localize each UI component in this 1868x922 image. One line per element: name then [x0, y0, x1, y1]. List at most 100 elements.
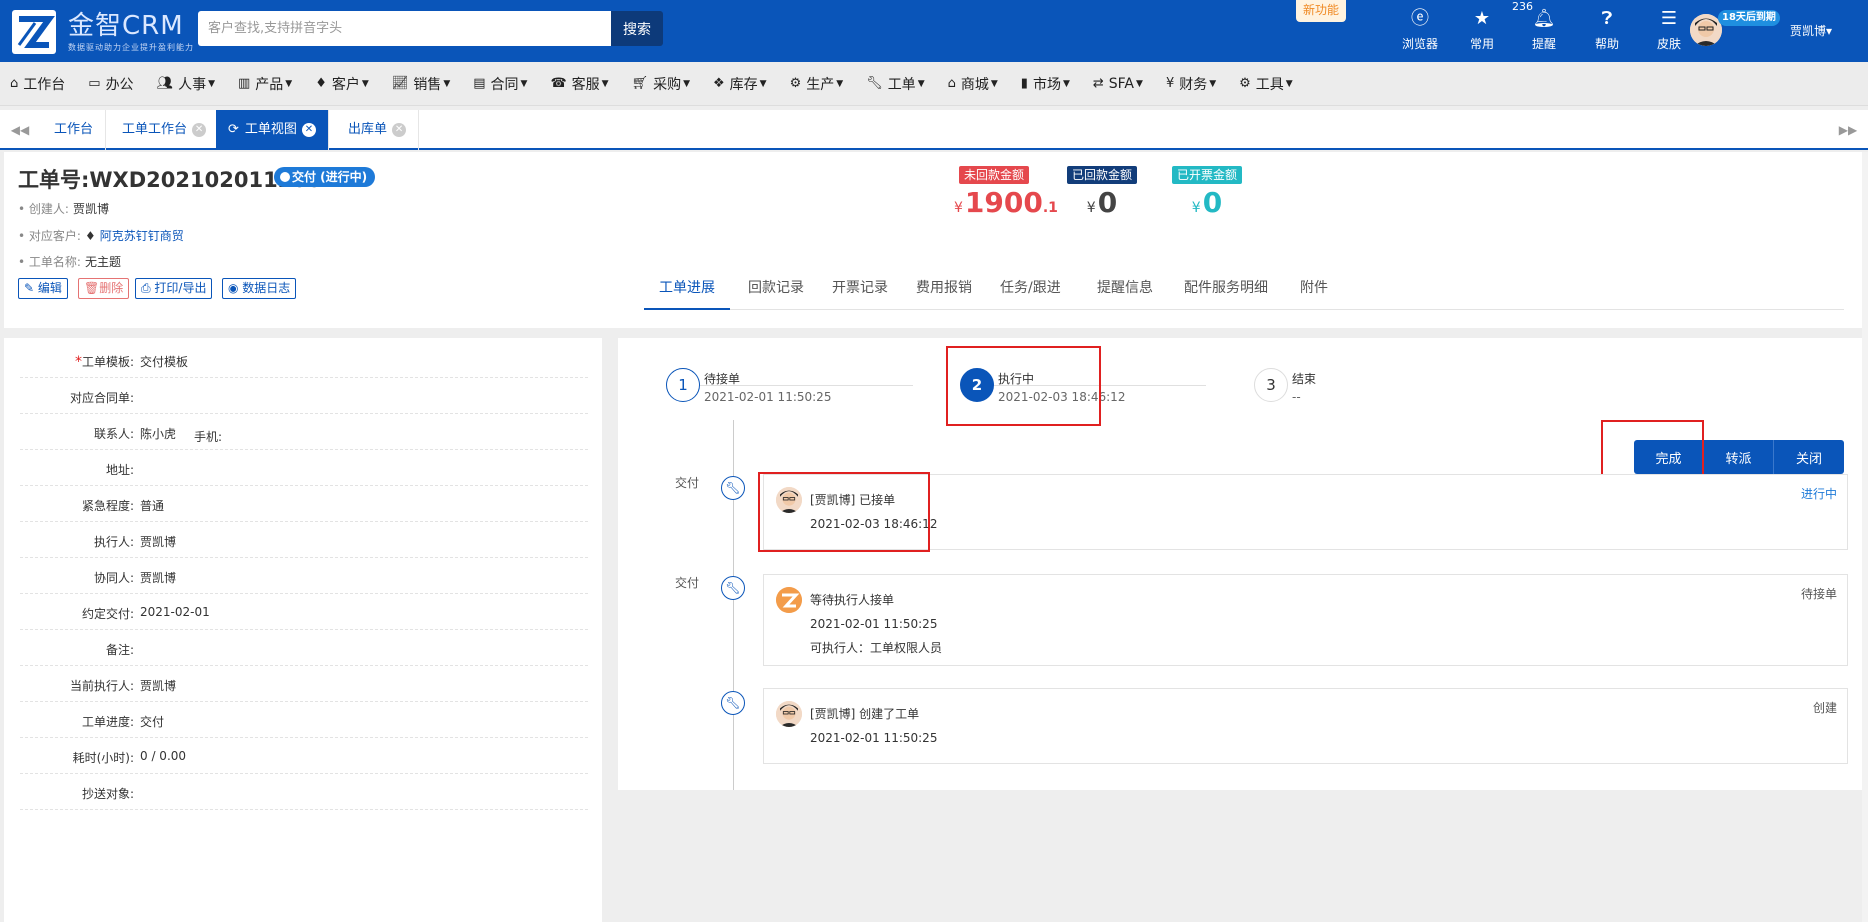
timeline-stage: 交付 [675, 476, 700, 490]
detail-field: 约定交付: 2021-02-01 [20, 594, 588, 630]
tab-workbench[interactable]: 工作台 [42, 110, 107, 150]
tool-label: 浏览器 [1401, 37, 1438, 51]
timeline-date: 2021-02-03 18:46:12 [810, 517, 938, 531]
field-label: 联系人: [94, 425, 134, 442]
menu-label: 销售 [413, 76, 442, 93]
field-label: 紧急程度: [82, 497, 134, 514]
invoiced-amount: 已开票金额 ¥0 [1167, 166, 1247, 219]
close-icon[interactable]: ✕ [301, 122, 316, 137]
edit-label: 编辑 [37, 281, 62, 295]
tab-tasks[interactable]: 任务/跟进 [1000, 272, 1061, 310]
field-label: 对应合同单: [70, 389, 134, 406]
reminder-tool[interactable]: 🔔︎ 提醒 [1514, 8, 1574, 52]
tab-scroll-right-icon[interactable]: ▶▶ [1828, 110, 1868, 150]
logo[interactable]: 金智CRM 数据驱动助力企业提升盈利能力 [10, 8, 194, 56]
contract-icon: ▤ [473, 76, 486, 91]
menu-item[interactable]: 👥︎ 人事 ▼ [157, 74, 215, 94]
user-menu[interactable]: 贾凯博▾ [1790, 22, 1832, 39]
required-mark: * [74, 354, 82, 370]
print-export-button[interactable]: ⎙ 打印/导出 [135, 278, 213, 299]
tab-scroll-left-icon[interactable]: ◀◀ [0, 110, 40, 150]
tab-order-workbench[interactable]: 工单工作台 ✕ [110, 110, 220, 150]
tab-invoice-records[interactable]: 开票记录 [832, 272, 888, 310]
field-label-text: 协同人: [93, 571, 134, 585]
data-log-button[interactable]: ◉ 数据日志 [222, 278, 297, 299]
tab-outbound-order[interactable]: 出库单 ✕ [336, 110, 420, 150]
field-label-text: 约定交付: [81, 607, 134, 621]
top-bar: 金智CRM 数据驱动助力企业提升盈利能力 搜索 新功能 ⓔ 浏览器 ★ 常用 🔔… [0, 0, 1868, 62]
reminder-count: 236 [1512, 0, 1533, 13]
invoiced-tag: 已开票金额 [1171, 166, 1242, 184]
menu-item[interactable]: 📈︎ 销售 ▼ [392, 74, 450, 94]
avatar-face-icon [776, 487, 802, 513]
delete-button[interactable]: 🗑︎删除 [78, 278, 130, 299]
close-icon[interactable]: ✕ [192, 122, 207, 137]
invoiced-value: 0 [1202, 186, 1223, 219]
menu-label: 采购 [653, 76, 682, 93]
menu-item[interactable]: ⌂ 工作台 [10, 74, 65, 94]
refresh-icon[interactable]: ⟳ [228, 122, 239, 137]
users-icon: 👥︎ [156, 76, 174, 91]
customer-label: 对应客户: [28, 229, 81, 243]
menu-item[interactable]: ❖ 库存 ▼ [713, 74, 767, 94]
caret-down-icon: ▼ [601, 78, 609, 89]
menu-item[interactable]: ☎ 客服 ▼ [550, 74, 608, 94]
menu-label: 库存 [729, 76, 758, 93]
menu-item[interactable]: ▥ 产品 ▼ [238, 74, 292, 94]
delete-label: 删除 [99, 281, 124, 295]
order-header-panel: 工单号:WXD2021020112002 交付 (进行中) • 创建人: 贾凯博 … [4, 152, 1864, 328]
tab-reminders[interactable]: 提醒信息 [1097, 272, 1153, 310]
menu-item[interactable]: ▮ 市场 ▼ [1021, 74, 1070, 94]
edit-button[interactable]: ✎ 编辑 [18, 278, 68, 299]
menu-item[interactable]: ¥ 财务 ▼ [1166, 74, 1216, 94]
menu-label: 财务 [1179, 76, 1208, 93]
menu-item[interactable]: ▤ 合同 ▼ [473, 74, 527, 94]
trial-expiry-badge: 18天后到期 [1718, 10, 1780, 26]
wrench-icon: 🔧︎ [721, 691, 745, 715]
tab-attachments[interactable]: 附件 [1300, 272, 1328, 310]
customer-link[interactable]: 阿克苏钉钉商贸 [100, 229, 184, 243]
detail-field: 紧急程度: 普通 [20, 486, 588, 522]
avatar-face-icon [776, 701, 802, 727]
tab-progress[interactable]: 工单进展 [644, 272, 730, 310]
caret-down-icon: ▼ [208, 78, 215, 89]
menu-item[interactable]: ⚙ 生产 ▼ [790, 74, 844, 94]
favorites-tool[interactable]: ★ 常用 [1452, 8, 1512, 52]
field-label: 协同人: [94, 569, 134, 586]
unpaid-amount: 未回款金额 ¥1900.1 [954, 166, 1058, 219]
menu-item[interactable]: ⇄ SFA ▼ [1093, 76, 1143, 92]
barcode-icon: ▥ [238, 76, 251, 91]
tool-label: 皮肤 [1656, 37, 1681, 51]
field-value: 普通 [140, 499, 165, 513]
unpaid-tag: 未回款金额 [958, 166, 1029, 184]
tab-order-view[interactable]: ⟳ 工单视图 ✕ [216, 110, 329, 150]
search-button[interactable]: 搜索 [611, 11, 663, 46]
creator-value: 贾凯博 [72, 202, 109, 216]
tab-parts-service[interactable]: 配件服务明细 [1184, 272, 1268, 310]
browser-tool[interactable]: ⓔ 浏览器 [1390, 8, 1450, 52]
menu-item[interactable]: 🛒︎ 采购 ▼ [632, 74, 690, 94]
complete-button[interactable]: 完成 [1634, 440, 1704, 474]
order-name-label: 工单名称: [28, 255, 81, 269]
page-scrollbar[interactable] [1862, 152, 1868, 922]
menu-item[interactable]: ⌂ 商城 ▼ [948, 74, 998, 94]
tab-expense[interactable]: 费用报销 [916, 272, 972, 310]
reassign-button[interactable]: 转派 [1704, 440, 1774, 474]
close-icon[interactable]: ✕ [392, 122, 407, 137]
customer-search-input[interactable] [198, 11, 612, 46]
tab-payment-records[interactable]: 回款记录 [748, 272, 804, 310]
field-value: 贾凯博 [140, 535, 177, 549]
help-tool[interactable]: ❓︎ 帮助 [1577, 8, 1637, 52]
field-label: 执行人: [94, 533, 134, 550]
menu-item[interactable]: 🔧︎ 工单 ▼ [866, 74, 924, 94]
close-order-button[interactable]: 关闭 [1774, 440, 1844, 474]
home-icon: ⌂ [10, 76, 19, 91]
menu-item[interactable]: ▭ 办公 [88, 74, 133, 94]
caret-down-icon: ▼ [836, 78, 844, 89]
tool-label: 常用 [1469, 37, 1494, 51]
new-feature-badge[interactable]: 新功能 [1296, 0, 1346, 22]
menu-label: 工具 [1255, 76, 1284, 93]
field-label-text: 对应合同单: [69, 391, 134, 405]
menu-item[interactable]: ⚙ 工具 ▼ [1239, 74, 1293, 94]
menu-item[interactable]: ♦ 客户 ▼ [315, 74, 369, 94]
